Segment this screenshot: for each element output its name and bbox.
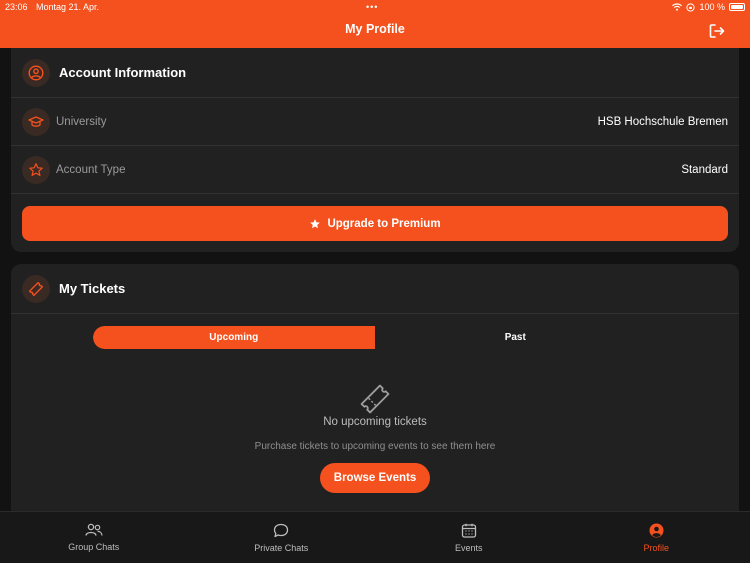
ticket-outline-icon [360, 384, 390, 414]
account-title: Account Information [59, 65, 187, 80]
calendar-icon [461, 523, 476, 538]
tab-label-private-chats: Private Chats [254, 543, 309, 553]
tab-profile[interactable]: Profile [563, 512, 750, 563]
empty-state-title: No upcoming tickets [323, 416, 427, 428]
battery-icon [729, 3, 745, 11]
upgrade-label: Upgrade to Premium [327, 217, 441, 230]
status-time: 23:06 [5, 2, 28, 12]
graduation-cap-icon [22, 107, 50, 136]
wifi-icon [672, 3, 683, 11]
account-type-label: Account Type [56, 163, 126, 176]
tab-label-group-chats: Group Chats [68, 542, 120, 552]
status-date: Montag 21. Apr. [36, 2, 100, 12]
account-card-header: Account Information [11, 48, 739, 98]
tab-upcoming[interactable]: Upcoming [93, 326, 375, 349]
university-row: University HSB Hochschule Bremen [11, 98, 739, 146]
app-header: 23:06 Montag 21. Apr. ••• 100 % My Profi… [0, 0, 750, 48]
page-title: My Profile [345, 22, 405, 36]
orientation-lock-icon [686, 2, 696, 12]
university-label: University [56, 115, 107, 128]
account-type-row: Account Type Standard [11, 146, 739, 194]
tab-private-chats[interactable]: Private Chats [188, 512, 376, 563]
chat-bubble-icon [274, 523, 289, 538]
tab-group-chats[interactable]: Group Chats [0, 512, 188, 563]
group-icon [85, 523, 103, 536]
logout-icon[interactable] [708, 22, 726, 40]
tab-past[interactable]: Past [374, 326, 656, 349]
star-icon [22, 155, 50, 184]
university-value: HSB Hochschule Bremen [597, 115, 728, 128]
ticket-icon [22, 274, 50, 303]
tab-label-events: Events [454, 543, 483, 553]
account-type-value: Standard [681, 163, 728, 176]
account-card: Account Information University HSB Hochs… [11, 48, 739, 252]
empty-state-subtitle: Purchase tickets to upcoming events to s… [254, 441, 496, 452]
tickets-card-header: My Tickets [11, 264, 739, 314]
status-right: 100 % [672, 0, 745, 14]
tickets-title: My Tickets [59, 281, 126, 296]
user-circle-icon [22, 58, 50, 87]
browse-events-button[interactable]: Browse Events [320, 463, 430, 493]
tab-label-profile: Profile [643, 543, 669, 553]
status-bar: 23:06 Montag 21. Apr. ••• 100 % [0, 0, 750, 14]
battery-percent: 100 % [699, 2, 725, 12]
profile-icon [649, 523, 664, 538]
tab-events[interactable]: Events [375, 512, 563, 563]
tickets-segmented-control: Upcoming Past [93, 326, 656, 349]
star-filled-icon [310, 218, 321, 228]
tickets-card: My Tickets Upcoming Past No upcoming tic… [11, 264, 739, 511]
upgrade-premium-button[interactable]: Upgrade to Premium [22, 206, 728, 241]
multitasking-dots-icon[interactable]: ••• [366, 0, 378, 14]
bottom-tab-bar: Group Chats Private Chats Events Profile [0, 511, 750, 563]
